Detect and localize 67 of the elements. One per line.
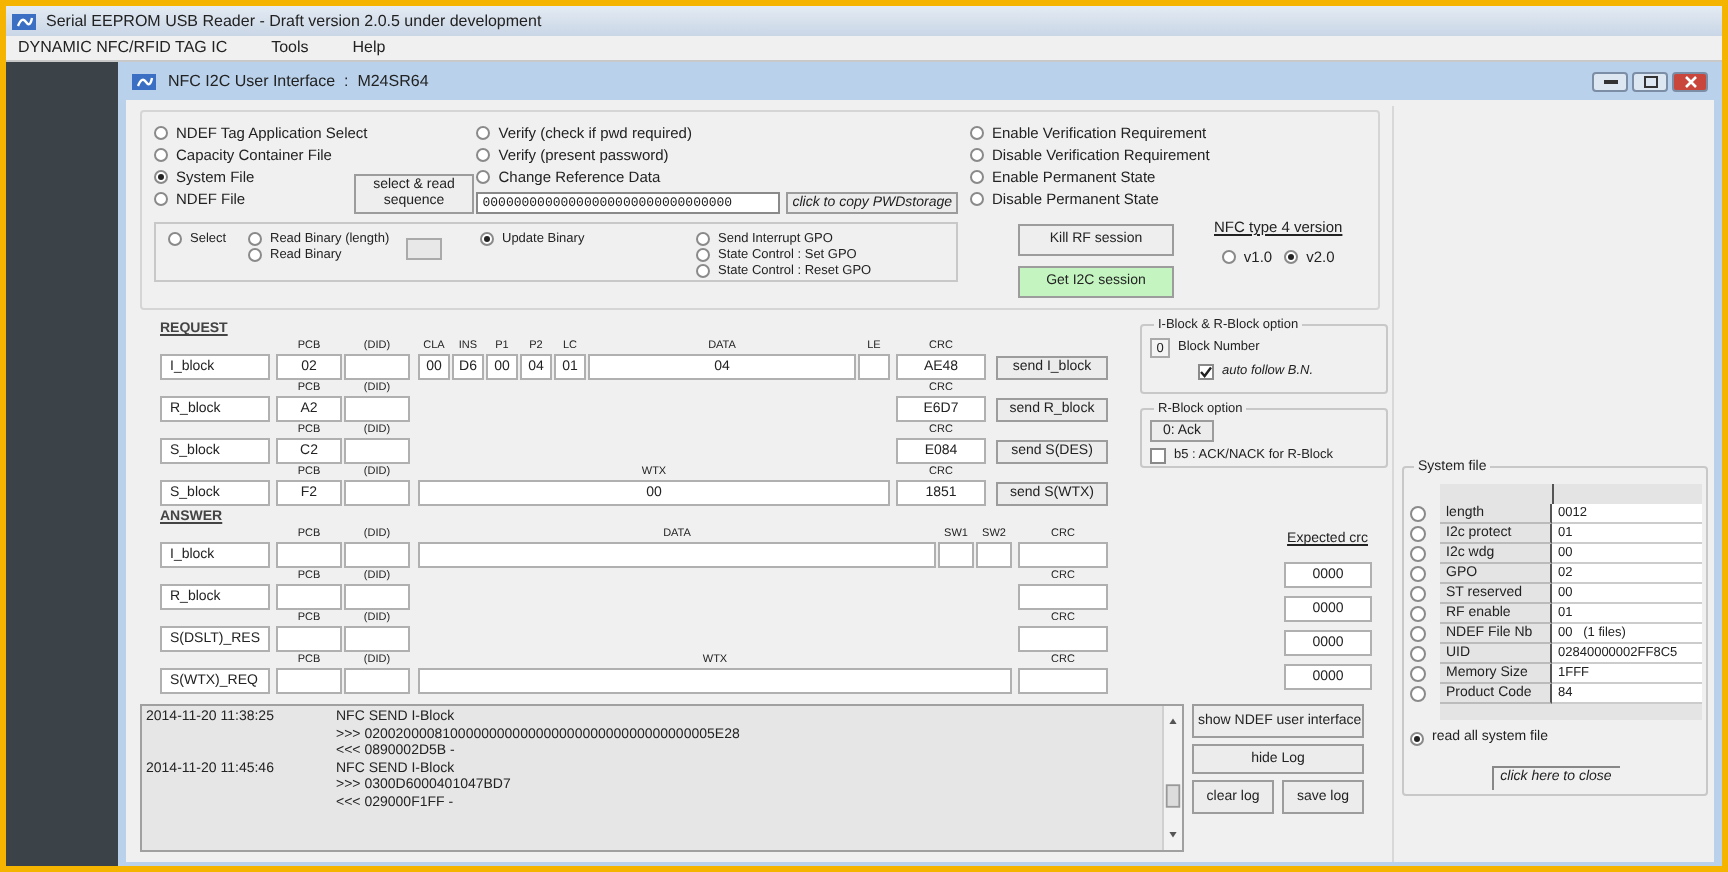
value-field xyxy=(344,584,410,610)
logo-icon xyxy=(132,73,156,89)
radio-button[interactable] xyxy=(1410,626,1426,642)
radio-button[interactable] xyxy=(696,264,710,278)
radio-button[interactable] xyxy=(476,148,491,162)
value-field xyxy=(276,542,342,568)
radio-button[interactable] xyxy=(1410,646,1426,662)
window-title: Serial EEPROM USB Reader - Draft version 2.0.5 under development xyxy=(46,9,542,33)
value-field xyxy=(938,542,974,568)
radio-button[interactable] xyxy=(248,232,262,246)
radio-button[interactable] xyxy=(1410,586,1426,602)
radio-button[interactable] xyxy=(970,170,984,184)
close-icon xyxy=(1683,75,1697,87)
value-field xyxy=(276,626,342,652)
checkbox[interactable] xyxy=(1150,447,1166,464)
radio-button[interactable] xyxy=(1410,566,1426,582)
value-field xyxy=(276,584,342,610)
radio-button[interactable] xyxy=(1410,686,1426,702)
maximize-button[interactable] xyxy=(1632,71,1668,91)
menu-item[interactable]: DYNAMIC NFC/RFID TAG IC xyxy=(18,36,228,60)
close-button[interactable] xyxy=(1672,71,1708,91)
value-field xyxy=(344,354,410,380)
radio-button[interactable] xyxy=(970,126,984,140)
radio-button[interactable] xyxy=(168,232,182,246)
value-field xyxy=(858,354,890,380)
radio-button[interactable] xyxy=(1410,506,1426,522)
menu-item[interactable]: Help xyxy=(352,36,386,60)
radio-button[interactable] xyxy=(154,148,168,162)
radio-button[interactable] xyxy=(1410,546,1426,562)
minimize-icon xyxy=(1603,78,1617,84)
radio-button[interactable] xyxy=(1410,606,1426,622)
radio-button[interactable] xyxy=(970,192,984,206)
value-field xyxy=(344,542,410,568)
radio-button[interactable] xyxy=(476,126,491,140)
value-field xyxy=(276,668,342,694)
menu-item[interactable]: Tools xyxy=(271,36,309,60)
dialog-title: NFC I2C User Interface : M24SR64 xyxy=(168,69,429,93)
value-field xyxy=(1018,626,1108,652)
value-field xyxy=(1018,542,1108,568)
scrollbar[interactable] xyxy=(1162,706,1182,850)
value-field xyxy=(976,542,1012,568)
length-field[interactable] xyxy=(405,238,442,260)
minimize-button[interactable] xyxy=(1592,71,1628,91)
value-field xyxy=(344,396,410,422)
radio-button[interactable] xyxy=(154,192,168,206)
radio-button[interactable] xyxy=(1221,250,1236,265)
value-field xyxy=(344,480,410,506)
radio-button[interactable] xyxy=(248,248,262,262)
radio-button[interactable] xyxy=(480,232,494,246)
radio-button[interactable] xyxy=(696,232,710,246)
maximize-icon xyxy=(1643,75,1657,87)
value-field xyxy=(344,438,410,464)
radio-button[interactable] xyxy=(1410,731,1424,746)
radio-button[interactable] xyxy=(154,126,168,140)
radio-button[interactable] xyxy=(970,148,984,162)
radio-button[interactable] xyxy=(1410,526,1426,542)
value-field xyxy=(1018,584,1108,610)
value-field xyxy=(344,626,410,652)
logo-icon xyxy=(12,13,36,29)
radio-button[interactable] xyxy=(154,170,168,184)
radio-button[interactable] xyxy=(476,170,491,184)
value-field xyxy=(1018,668,1108,694)
radio-button[interactable] xyxy=(1284,250,1299,265)
radio-button[interactable] xyxy=(1410,666,1426,682)
checkbox[interactable] xyxy=(1198,363,1214,380)
value-field xyxy=(344,668,410,694)
radio-button[interactable] xyxy=(696,248,710,262)
